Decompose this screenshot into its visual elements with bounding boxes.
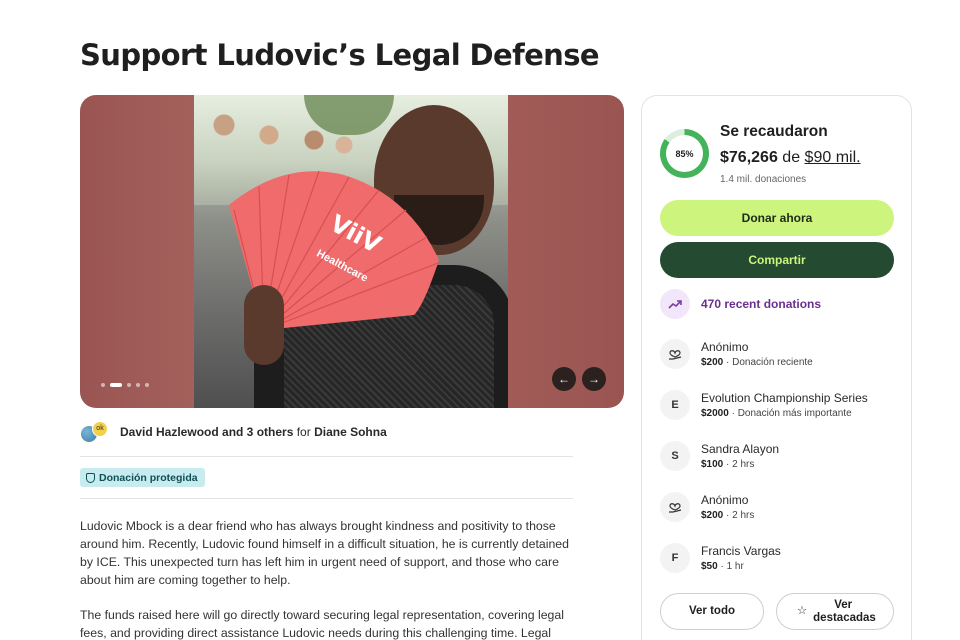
gallery-prev-button[interactable]: ← (552, 367, 576, 391)
photo-gallery[interactable]: ViiV Healthcare ← → (80, 95, 624, 408)
donor-initial-avatar: S (660, 441, 690, 471)
page-title: Support Ludovic’s Legal Defense (80, 38, 600, 72)
donor-detail: · 2 hrs (723, 509, 755, 521)
donor-row: S Sandra Alayon $100 · 2 hrs (660, 438, 779, 474)
gallery-pagination (101, 383, 149, 387)
avatar: ok (92, 421, 108, 437)
divider (80, 456, 573, 457)
divider (80, 498, 573, 499)
donor-name: Sandra Alayon (701, 441, 780, 456)
gallery-dot[interactable] (101, 383, 105, 387)
raised-of: de (782, 149, 801, 166)
donation-count: 1.4 mil. donaciones (720, 174, 807, 185)
arrow-left-icon: ← (558, 372, 570, 386)
see-top-label: Ver destacadas (813, 598, 876, 624)
organizer-for: for (296, 425, 311, 439)
donor-initial-avatar: F (660, 543, 690, 573)
donor-name: Francis Vargas (701, 543, 781, 558)
donor-initial-avatar: E (660, 390, 690, 420)
donor-detail: · 1 hr (717, 560, 744, 572)
organizer-names[interactable]: David Hazlewood and 3 others (120, 425, 293, 439)
organizer-avatars: ok (80, 421, 110, 443)
see-top-donations-button[interactable]: ☆ Ver destacadas (776, 593, 894, 630)
share-button[interactable]: Compartir (660, 242, 894, 278)
photo-arm (244, 285, 284, 365)
heart-hand-icon (660, 492, 690, 522)
donor-row: Anónimo $200 · 2 hrs (660, 489, 754, 525)
trending-up-icon (660, 289, 690, 319)
donor-detail: · Donación más importante (728, 407, 852, 419)
donor-detail: · Donación reciente (723, 356, 813, 368)
shield-icon (86, 472, 95, 483)
donor-amount: $200 (701, 356, 724, 368)
beneficiary-name[interactable]: Diane Sohna (314, 425, 387, 439)
donor-amount: $100 (701, 458, 724, 470)
campaign-photo: ViiV Healthcare (194, 95, 508, 408)
gallery-dot[interactable] (136, 383, 140, 387)
gallery-next-button[interactable]: → (582, 367, 606, 391)
donor-row: F Francis Vargas $50 · 1 hr (660, 540, 781, 576)
progress-ring: 85% (660, 129, 709, 178)
donor-name: Evolution Championship Series (701, 390, 868, 405)
raised-amount: $76,266 (720, 149, 778, 166)
see-all-button[interactable]: Ver todo (660, 593, 764, 630)
arrow-right-icon: → (588, 372, 600, 386)
badge-label: Donación protegida (99, 471, 198, 484)
gallery-dot-active[interactable] (110, 383, 122, 387)
progress-percent: 85% (666, 135, 703, 172)
story-paragraph: The funds raised here will go directly t… (80, 608, 564, 640)
goal-amount[interactable]: $90 mil. (805, 149, 861, 166)
donor-name: Anónimo (701, 339, 749, 354)
donor-row: E Evolution Championship Series $2000 · … (660, 387, 868, 423)
donor-amount: $50 (701, 560, 718, 572)
donation-card: 85% Se recaudaron $76,266 de $90 mil. 1.… (641, 95, 912, 640)
raised-title: Se recaudaron (720, 123, 828, 140)
gallery-dot[interactable] (145, 383, 149, 387)
organizer-line: ok David Hazlewood and 3 others for Dian… (80, 421, 387, 443)
donor-amount: $2000 (701, 407, 729, 419)
raised-amount-line: $76,266 de $90 mil. (720, 149, 861, 167)
heart-hand-icon (660, 339, 690, 369)
donor-name: Anónimo (701, 492, 749, 507)
donor-detail: · 2 hrs (723, 458, 755, 470)
protected-donation-badge[interactable]: Donación protegida (80, 468, 205, 487)
donate-button[interactable]: Donar ahora (660, 200, 894, 236)
recent-donations[interactable]: 470 recent donations (660, 289, 821, 319)
donor-amount: $200 (701, 509, 724, 521)
recent-donations-label: 470 recent donations (701, 297, 822, 311)
story-paragraph: Ludovic Mbock is a dear friend who has a… (80, 519, 569, 587)
star-icon: ☆ (796, 605, 808, 617)
gallery-dot[interactable] (127, 383, 131, 387)
donor-row: Anónimo $200 · Donación reciente (660, 336, 813, 372)
